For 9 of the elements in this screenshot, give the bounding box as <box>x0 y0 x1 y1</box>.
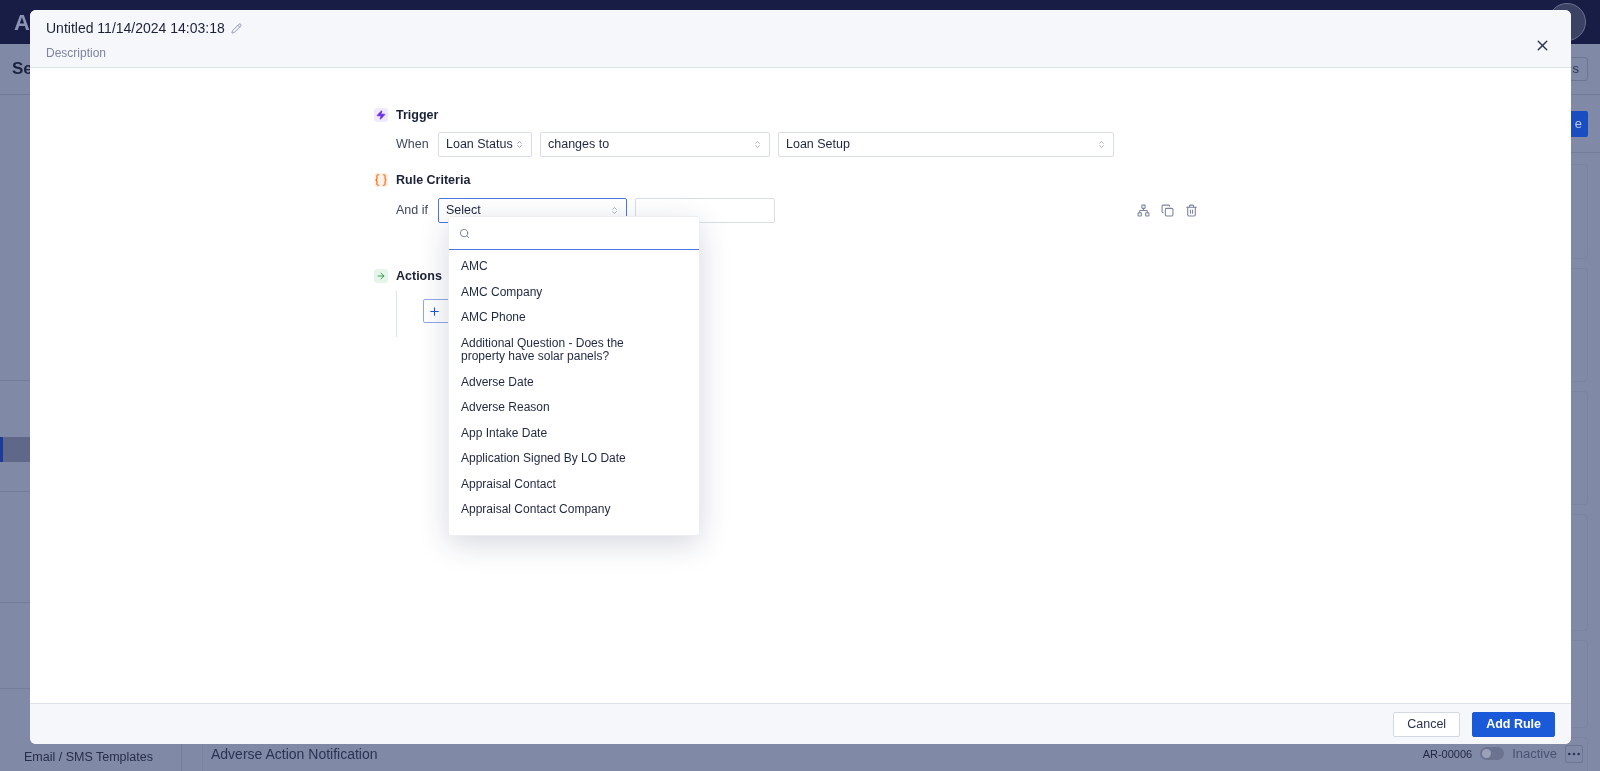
section-heading: Actions <box>396 267 442 285</box>
section-heading: Rule Criteria <box>396 171 471 189</box>
and-if-label: And if <box>396 202 429 220</box>
when-label: When <box>396 136 430 154</box>
rule-id: AR-00006 <box>1422 746 1473 762</box>
logo: A <box>14 8 30 37</box>
rule-name: Adverse Action Notification <box>211 745 378 764</box>
section-heading: Trigger <box>396 106 439 124</box>
modal-title: Untitled 11/14/2024 14:03:18 <box>46 19 225 38</box>
